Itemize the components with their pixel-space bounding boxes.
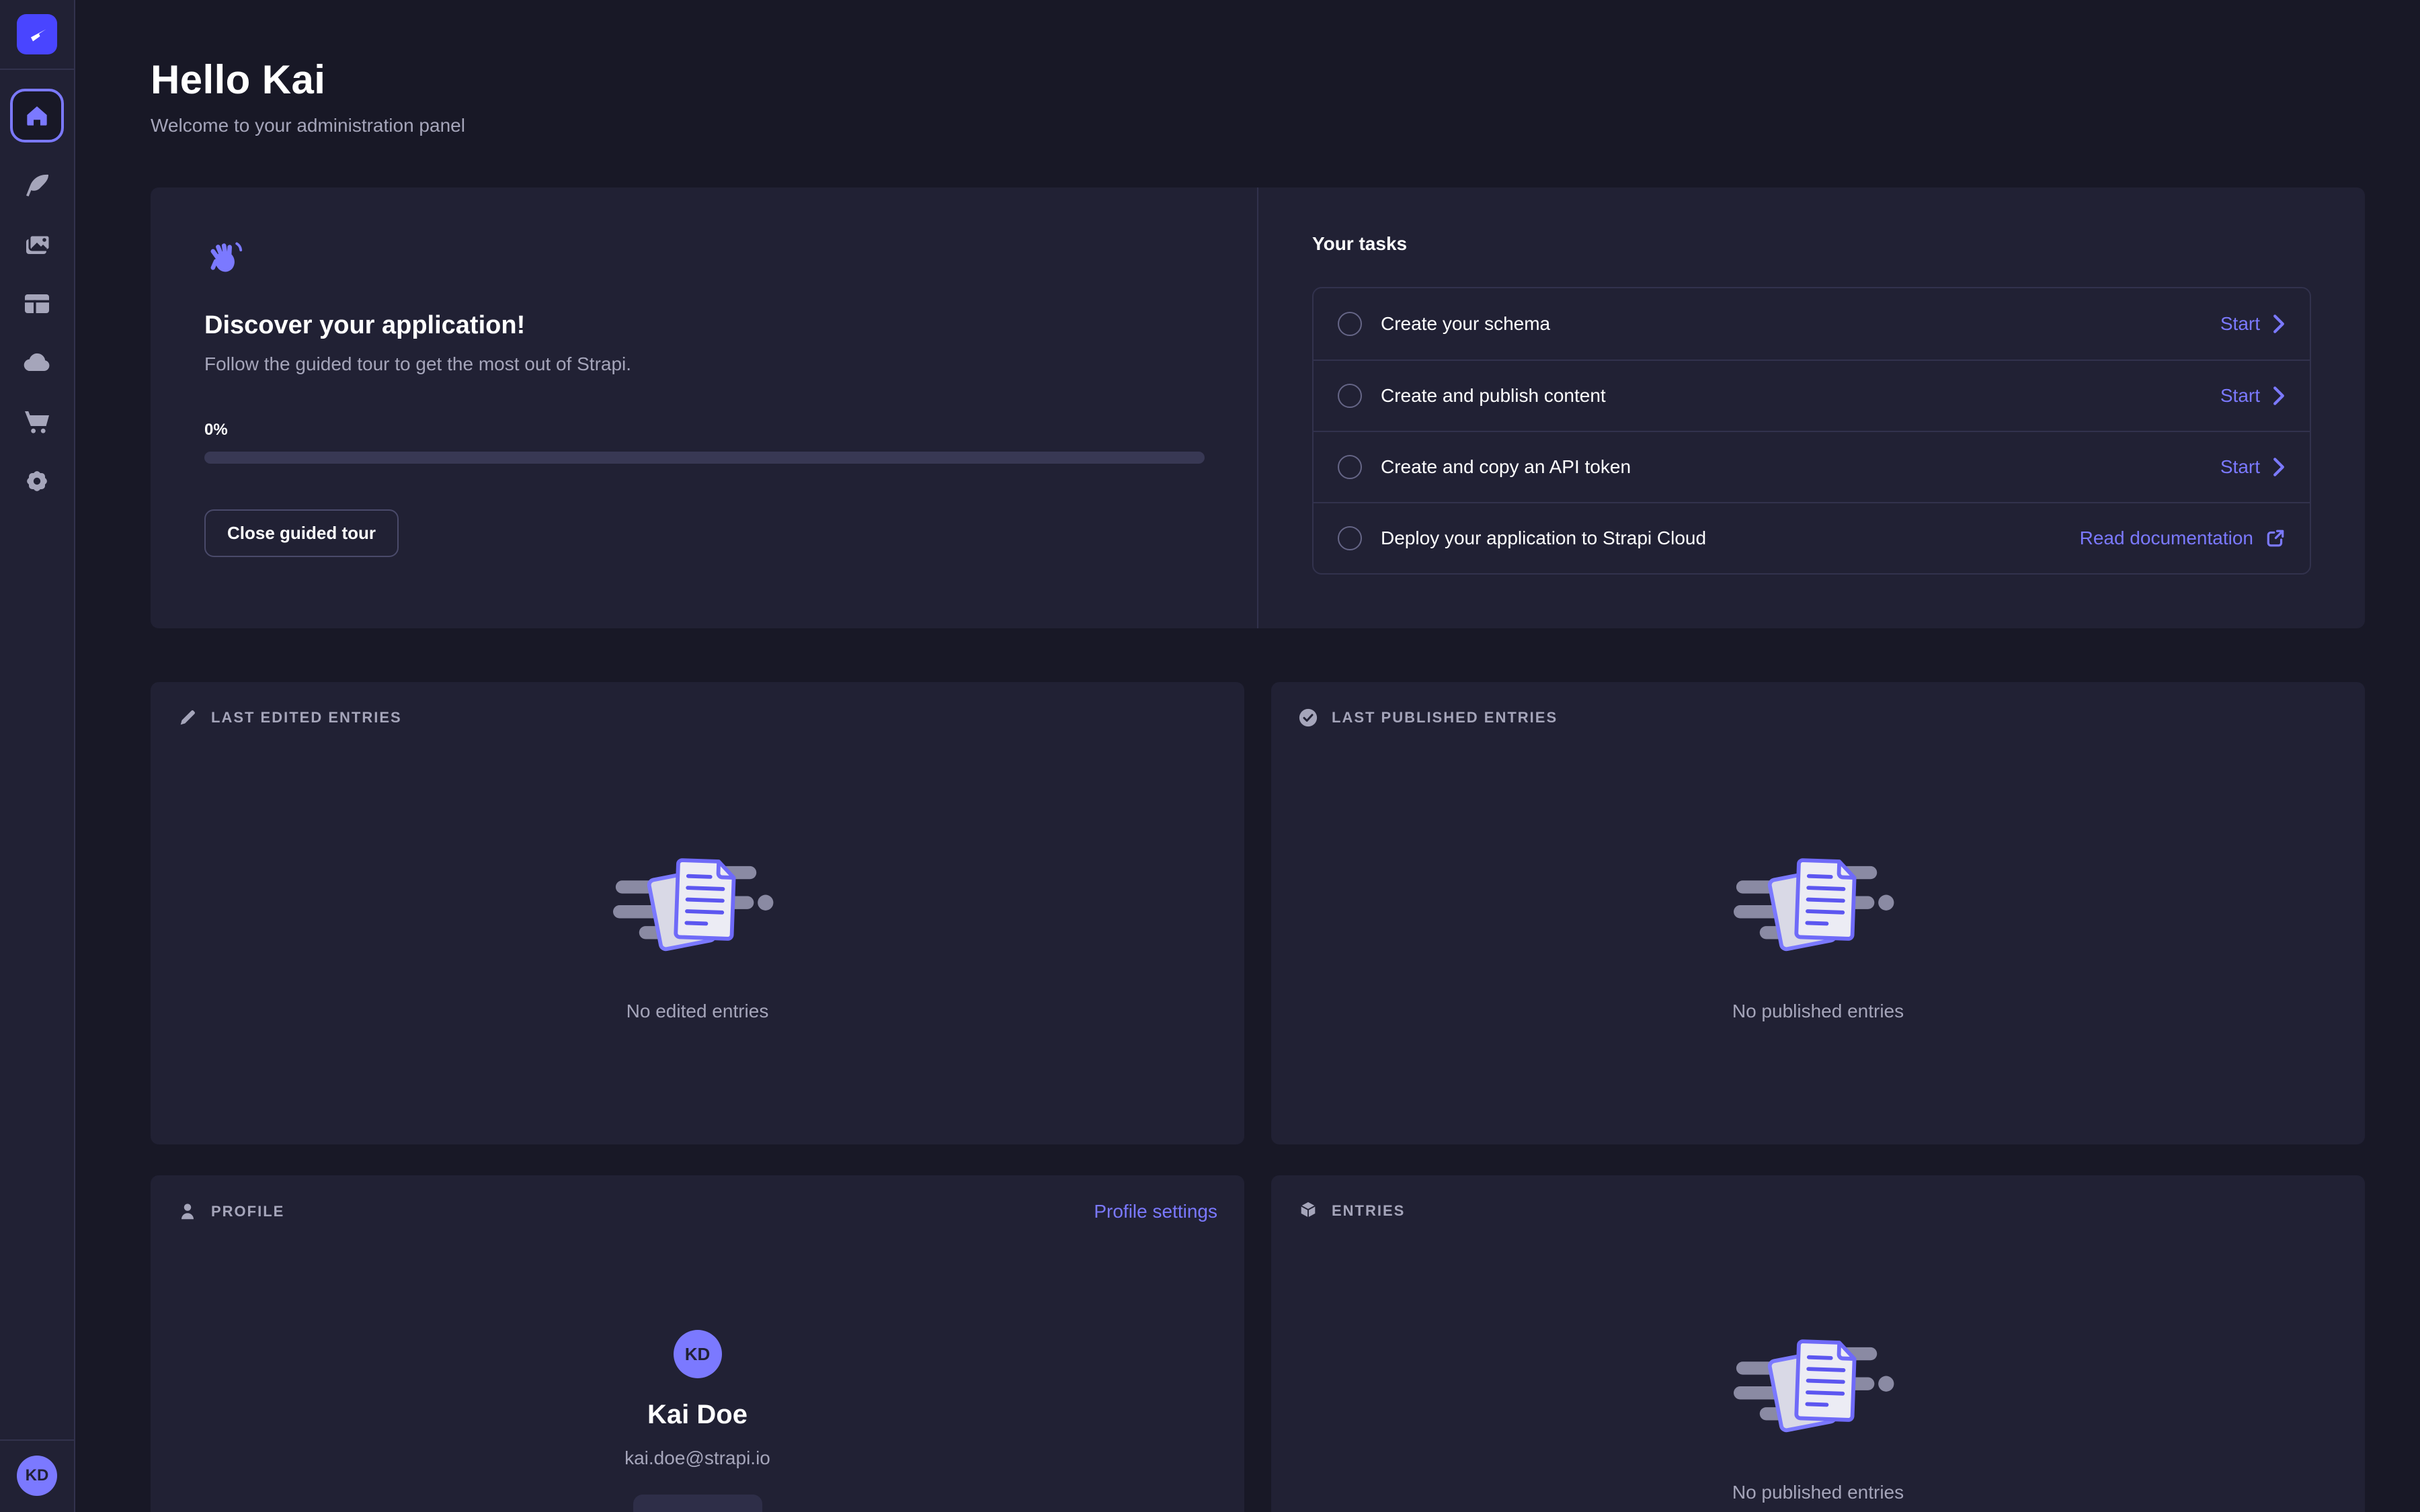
entries-card: ENTRIES No published entries <box>1271 1175 2365 1512</box>
task-label: Deploy your application to Strapi Cloud <box>1381 528 1706 549</box>
sidebar: KD <box>0 0 75 1512</box>
chevron-right-icon <box>2272 314 2286 333</box>
documents-illustration <box>1734 850 1903 963</box>
sidebar-item-marketplace[interactable] <box>21 406 53 438</box>
profile-role-badge <box>633 1495 762 1512</box>
guided-tour-description: Follow the guided tour to get the most o… <box>204 353 1203 375</box>
task-row-create-schema[interactable]: Create your schema Start <box>1314 288 2310 360</box>
strapi-logo-icon <box>17 14 57 54</box>
images-icon <box>21 228 53 261</box>
task-status-circle-icon <box>1338 526 1362 550</box>
check-circle-icon <box>1298 708 1318 728</box>
sidebar-item-deploy[interactable] <box>21 347 53 379</box>
sidebar-user-avatar[interactable]: KD <box>17 1456 57 1496</box>
sidebar-item-home[interactable] <box>10 89 64 142</box>
pencil-icon <box>177 708 198 728</box>
task-action-label: Start <box>2220 313 2260 335</box>
layout-icon <box>21 288 53 320</box>
empty-state-caption: No published entries <box>1732 1001 1904 1022</box>
empty-state-caption: No published entries <box>1732 1482 1904 1503</box>
task-row-api-token[interactable]: Create and copy an API token Start <box>1314 431 2310 502</box>
home-icon <box>22 101 52 130</box>
external-link-icon <box>2265 528 2286 548</box>
user-icon <box>177 1202 198 1222</box>
widget-title: LAST PUBLISHED ENTRIES <box>1332 709 1558 726</box>
documents-illustration <box>613 850 782 963</box>
task-action-label: Start <box>2220 456 2260 478</box>
task-label: Create and publish content <box>1381 385 1606 407</box>
task-row-publish-content[interactable]: Create and publish content Start <box>1314 360 2310 431</box>
close-guided-tour-button[interactable]: Close guided tour <box>204 509 399 557</box>
chevron-right-icon <box>2272 386 2286 405</box>
guided-tour-card: Discover your application! Follow the gu… <box>151 187 2365 628</box>
empty-state-caption: No edited entries <box>627 1001 769 1022</box>
task-status-circle-icon <box>1338 312 1362 336</box>
sidebar-item-media-library[interactable] <box>21 228 53 261</box>
cloud-icon <box>21 347 53 379</box>
profile-name: Kai Doe <box>647 1400 748 1430</box>
sidebar-nav <box>10 89 64 497</box>
task-action-label: Read documentation <box>2080 528 2253 549</box>
page-title: Hello Kai <box>151 56 2365 103</box>
read-documentation-link[interactable]: Read documentation <box>2080 528 2286 549</box>
last-published-entries-card: LAST PUBLISHED ENTRIES No published entr… <box>1271 682 2365 1144</box>
main-content: Hello Kai Welcome to your administration… <box>75 0 2420 1512</box>
cube-icon <box>1298 1201 1318 1221</box>
task-action-label: Start <box>2220 385 2260 407</box>
gear-icon <box>21 465 53 497</box>
profile-avatar: KD <box>674 1330 722 1378</box>
strapi-admin-dashboard: KD Hello Kai Welcome to your administrat… <box>0 0 2420 1512</box>
documents-illustration <box>1734 1331 1903 1444</box>
widget-title: LAST EDITED ENTRIES <box>211 709 402 726</box>
task-list: Create your schema Start Create and <box>1312 287 2311 575</box>
task-status-circle-icon <box>1338 455 1362 479</box>
task-start-link[interactable]: Start <box>2220 456 2286 478</box>
entries-widgets-row: LAST EDITED ENTRIES No edited entries <box>151 682 2365 1144</box>
chevron-right-icon <box>2272 458 2286 476</box>
task-row-deploy-cloud[interactable]: Deploy your application to Strapi Cloud … <box>1314 502 2310 573</box>
last-edited-entries-card: LAST EDITED ENTRIES No edited entries <box>151 682 1244 1144</box>
logo-container <box>0 0 74 70</box>
cart-icon <box>21 406 53 438</box>
task-label: Create your schema <box>1381 313 1550 335</box>
wave-icon <box>204 239 1203 279</box>
widget-title: ENTRIES <box>1332 1202 1405 1220</box>
widget-title: PROFILE <box>211 1203 284 1220</box>
progress-percent-label: 0% <box>204 421 1203 439</box>
sidebar-user-container: KD <box>0 1439 74 1512</box>
task-start-link[interactable]: Start <box>2220 385 2286 407</box>
guided-tour-intro: Discover your application! Follow the gu… <box>151 187 1258 628</box>
sidebar-item-settings[interactable] <box>21 465 53 497</box>
task-status-circle-icon <box>1338 384 1362 408</box>
task-start-link[interactable]: Start <box>2220 313 2286 335</box>
guided-tour-heading: Discover your application! <box>204 311 1203 340</box>
progress-bar <box>204 452 1205 464</box>
task-label: Create and copy an API token <box>1381 456 1631 478</box>
profile-card: PROFILE Profile settings KD Kai Doe kai.… <box>151 1175 1244 1512</box>
profile-email: kai.doe@strapi.io <box>624 1447 770 1469</box>
sidebar-item-content-manager[interactable] <box>21 169 53 202</box>
feather-icon <box>21 169 53 202</box>
profile-settings-link[interactable]: Profile settings <box>1094 1201 1217 1222</box>
page-subtitle: Welcome to your administration panel <box>151 115 2365 136</box>
tasks-panel: Your tasks Create your schema Start <box>1258 187 2365 628</box>
profile-entries-row: PROFILE Profile settings KD Kai Doe kai.… <box>151 1175 2365 1512</box>
sidebar-item-content-type-builder[interactable] <box>21 288 53 320</box>
tasks-title: Your tasks <box>1312 233 2311 255</box>
